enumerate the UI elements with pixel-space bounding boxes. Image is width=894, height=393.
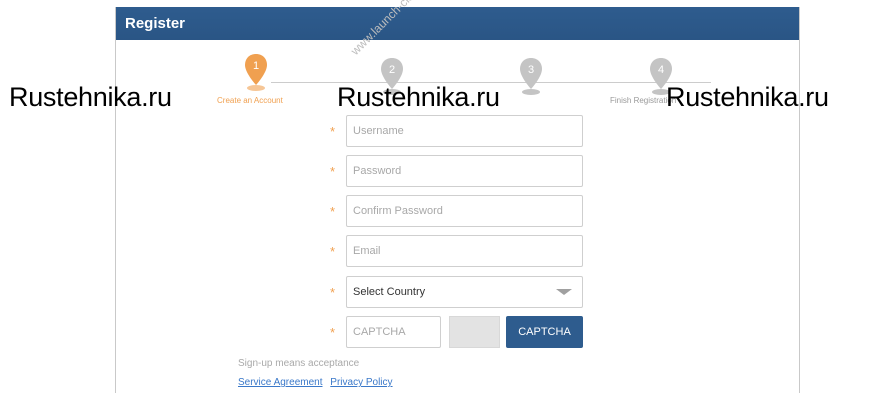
required-mark: * [330, 244, 336, 259]
step-1-label: Create an Account [217, 96, 283, 105]
required-mark: * [330, 204, 336, 219]
legal-links: Service Agreement Privacy Policy [238, 377, 398, 388]
step-3-pin-icon: 3 [520, 58, 542, 95]
window-title: Register [116, 7, 799, 40]
username-input[interactable] [346, 115, 583, 147]
watermark-center: Rustehnika.ru [337, 82, 500, 112]
captcha-row: * CAPTCHA [330, 316, 590, 348]
step-2-number: 2 [389, 64, 395, 76]
chevron-down-icon [556, 289, 572, 295]
captcha-image[interactable] [449, 316, 500, 348]
confirm-password-input[interactable] [346, 195, 583, 227]
username-row: * [330, 115, 590, 147]
country-select-value: Select Country [353, 286, 426, 298]
country-row: * Select Country [330, 276, 590, 308]
step-1-pin-icon: 1 [245, 54, 267, 91]
captcha-button[interactable]: CAPTCHA [506, 316, 583, 348]
password-input[interactable] [346, 155, 583, 187]
privacy-policy-link[interactable]: Privacy Policy [330, 377, 392, 388]
step-4-number: 4 [658, 64, 664, 76]
watermark-left: Rustehnika.ru [9, 82, 172, 112]
step-1-number: 1 [253, 60, 259, 72]
confirm-password-row: * [330, 195, 590, 227]
captcha-input[interactable] [346, 316, 441, 348]
country-select[interactable]: Select Country [346, 276, 583, 308]
service-agreement-link[interactable]: Service Agreement [238, 377, 323, 388]
register-window: Register 1 2 3 4 Create an Account Finis… [115, 7, 800, 393]
signup-note: Sign-up means acceptance [238, 358, 360, 369]
email-row: * [330, 235, 590, 267]
required-mark: * [330, 164, 336, 179]
email-input[interactable] [346, 235, 583, 267]
required-mark: * [330, 124, 336, 139]
required-mark: * [330, 285, 336, 300]
step-3-number: 3 [528, 64, 534, 76]
required-mark: * [330, 325, 336, 340]
watermark-right: Rustehnika.ru [666, 82, 829, 112]
password-row: * [330, 155, 590, 187]
